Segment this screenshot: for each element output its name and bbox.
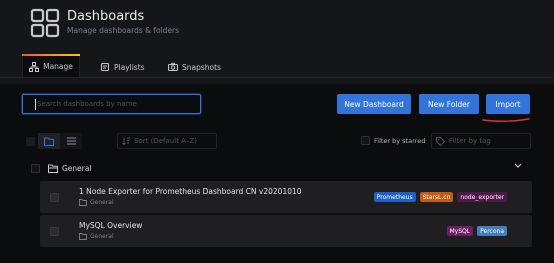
select-all-box (25, 136, 35, 146)
search-input[interactable] (37, 98, 197, 110)
starred-checkbox[interactable] (361, 136, 370, 145)
playlist-icon (101, 63, 109, 71)
header-divider (0, 77, 554, 78)
tag-icon (436, 136, 445, 146)
dashboard-title[interactable]: 1 Node Exporter for Prometheus Dashboard… (79, 187, 302, 196)
sitemap-icon (29, 61, 40, 72)
folder-view-button[interactable] (38, 133, 60, 149)
tab-manage-label: Manage (43, 62, 73, 71)
tag-badge[interactable]: StarsL.cn (419, 192, 454, 202)
folder-icon (79, 199, 87, 206)
tab-manage[interactable]: Manage (22, 54, 80, 78)
sort-icon (122, 137, 130, 145)
tab-playlists-label: Playlists (114, 62, 145, 72)
dashboard-tags: MySQL Percona (446, 226, 507, 236)
dashboard-folder-label: General (90, 233, 114, 240)
view-toggle (22, 133, 82, 149)
filter-starred[interactable]: Filter by starred (361, 136, 425, 145)
tag-badge[interactable]: node_exporter (457, 192, 507, 202)
dashboard-checkbox[interactable] (50, 227, 59, 236)
sort-select[interactable]: Sort (Default A–Z) (117, 133, 217, 149)
sort-placeholder: Sort (Default A–Z) (134, 137, 197, 145)
camera-icon (168, 62, 178, 71)
dashboard-folder: General (79, 199, 114, 206)
page-title: Dashboards (67, 9, 145, 24)
search-field[interactable] (22, 94, 201, 114)
page-header: Dashboards Manage dashboards & folders M… (0, 0, 554, 84)
folder-icon (79, 233, 87, 240)
dashboards-grid-icon (30, 8, 60, 38)
text-caret (35, 99, 36, 110)
folder-name: General (62, 163, 92, 173)
folder-section-header[interactable]: General (22, 158, 532, 178)
tag-badge[interactable]: Prometheus (373, 192, 416, 202)
tag-badge[interactable]: Percona (477, 226, 507, 236)
folder-icon (44, 137, 54, 146)
list-icon (66, 137, 76, 145)
tab-playlists[interactable]: Playlists (100, 56, 145, 78)
folder-open-icon (48, 164, 58, 173)
dashboard-folder: General (79, 233, 114, 240)
new-folder-button[interactable]: New Folder (419, 94, 479, 114)
page-subtitle: Manage dashboards & folders (67, 26, 180, 35)
annotation-underline (482, 118, 530, 122)
list-view-button[interactable] (60, 133, 82, 149)
tag-filter-placeholder: Filter by tag (449, 137, 491, 145)
tag-filter[interactable]: Filter by tag (431, 133, 531, 149)
starred-label: Filter by starred (374, 136, 426, 145)
dashboard-row[interactable]: 1 Node Exporter for Prometheus Dashboard… (40, 181, 532, 213)
folder-checkbox[interactable] (31, 163, 40, 173)
tab-snapshots[interactable]: Snapshots (168, 56, 221, 78)
select-all-checkbox[interactable] (22, 133, 38, 149)
new-dashboard-button[interactable]: New Dashboard (337, 94, 411, 114)
tag-badge[interactable]: MySQL (446, 226, 474, 236)
dashboard-folder-label: General (90, 199, 114, 206)
chevron-down-icon[interactable] (514, 163, 522, 169)
dashboard-tags: Prometheus StarsL.cn node_exporter (373, 192, 507, 202)
tab-snapshots-label: Snapshots (182, 62, 221, 72)
import-button[interactable]: Import (486, 94, 530, 114)
dashboard-row[interactable]: MySQL Overview General MySQL Percona (40, 215, 532, 247)
dashboard-checkbox[interactable] (50, 193, 59, 202)
dashboard-title[interactable]: MySQL Overview (79, 221, 142, 230)
